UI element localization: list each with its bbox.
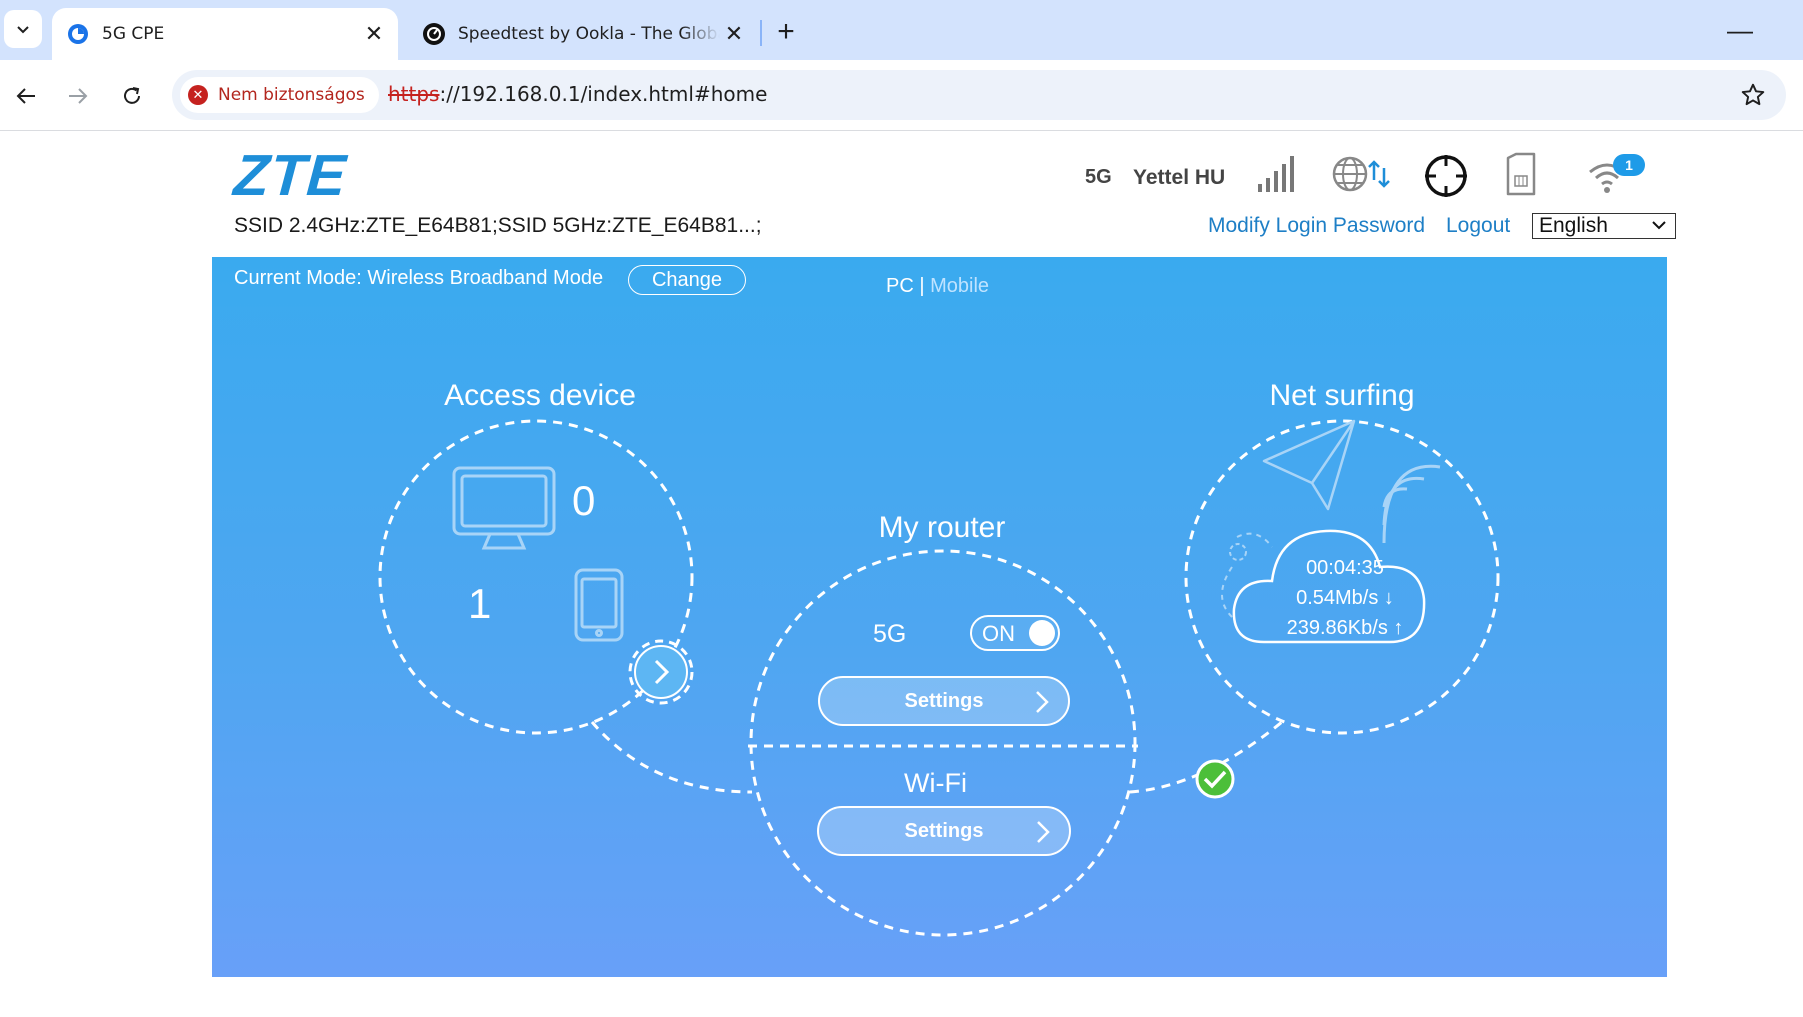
arrow-left-icon	[16, 88, 35, 104]
reload-icon	[124, 87, 140, 104]
settings-5g-label: Settings	[904, 689, 984, 712]
chevron-down-icon	[1652, 221, 1666, 230]
url-path: ://192.168.0.1/index.html#home	[439, 82, 768, 106]
tab-search-dropdown[interactable]	[4, 10, 42, 48]
connected-check-icon	[1195, 759, 1235, 799]
modify-password-link[interactable]: Modify Login Password	[1208, 214, 1425, 238]
pc-count: 0	[572, 477, 596, 524]
warning-icon: ✕	[188, 85, 208, 105]
zte-logo: ZTE	[231, 143, 349, 208]
security-chip[interactable]: ✕ Nem biztonságos	[180, 77, 379, 113]
language-value: English	[1539, 214, 1608, 237]
url-scheme: https	[388, 82, 440, 106]
monitor-icon	[452, 466, 556, 550]
tab-title: 5G CPE	[102, 24, 165, 44]
ssid-info: SSID 2.4GHz:ZTE_E64B81;SSID 5GHz:ZTE_E64…	[234, 214, 762, 237]
net-surfing-title: Net surfing	[1269, 379, 1415, 412]
tab-divider	[760, 20, 762, 46]
reload-button[interactable]	[112, 76, 152, 116]
chevron-down-icon	[17, 26, 29, 34]
new-tab-button[interactable]: +	[766, 12, 806, 52]
bookmark-button[interactable]	[1736, 78, 1770, 112]
logout-link[interactable]: Logout	[1446, 214, 1510, 238]
tab-speedtest[interactable]: Speedtest by Ookla - The Global Broadban…	[408, 8, 758, 60]
access-device-title: Access device	[444, 379, 636, 412]
settings-wifi-label: Settings	[904, 819, 984, 842]
chevron-right-icon	[1036, 691, 1049, 713]
minimize-window-button[interactable]: —	[1720, 12, 1760, 48]
security-label: Nem biztonságos	[218, 85, 365, 105]
tab-5g-cpe[interactable]: 5G CPE ✕	[52, 8, 398, 60]
language-select[interactable]: English	[1532, 213, 1676, 239]
access-device-more-button	[628, 639, 694, 705]
speedtest-favicon-icon	[423, 23, 445, 45]
wifi-label: Wi-Fi	[904, 768, 967, 798]
settings-wifi-button[interactable]: Settings	[817, 806, 1071, 856]
chevron-right-icon	[1037, 821, 1050, 843]
band-5g-toggle[interactable]: ON	[970, 615, 1060, 651]
network-type: 5G	[1085, 166, 1112, 188]
toggle-knob	[1029, 620, 1055, 646]
url-text[interactable]: https://192.168.0.1/index.html#home	[388, 82, 767, 106]
toggle-state: ON	[982, 621, 1015, 646]
phone-icon	[574, 568, 624, 642]
wifi-clients-badge: 1	[1613, 154, 1645, 176]
my-router-title: My router	[878, 511, 1006, 544]
back-button[interactable]	[6, 76, 46, 116]
download-speed: 0.54Mb/s ↓	[1296, 587, 1394, 609]
close-tab-icon[interactable]: ✕	[360, 20, 388, 48]
signal-icon	[1258, 156, 1294, 192]
forward-button[interactable]	[58, 76, 98, 116]
internet-status-icon	[1332, 156, 1390, 192]
close-tab-icon[interactable]: ✕	[720, 20, 748, 48]
target-icon[interactable]	[1424, 152, 1468, 198]
mobile-count: 1	[468, 580, 492, 627]
broadcast-icon	[1382, 464, 1441, 544]
sim-card-icon	[1506, 152, 1536, 196]
operator-name: Yettel HU	[1133, 166, 1226, 189]
site-favicon-icon	[68, 24, 88, 44]
tab-title: Speedtest by Ookla - The Global Broadban…	[458, 24, 720, 44]
access-router-connector	[590, 721, 753, 794]
paper-plane-icon	[1262, 419, 1356, 511]
settings-5g-button[interactable]: Settings	[818, 676, 1070, 726]
band-5g-label: 5G	[873, 620, 907, 648]
my-router-circle	[749, 549, 1137, 937]
arrow-right-icon	[69, 88, 88, 104]
star-icon	[1741, 83, 1765, 106]
upload-speed: 239.86Kb/s ↑	[1286, 617, 1404, 639]
connection-duration: 00:04:35	[1306, 557, 1384, 579]
